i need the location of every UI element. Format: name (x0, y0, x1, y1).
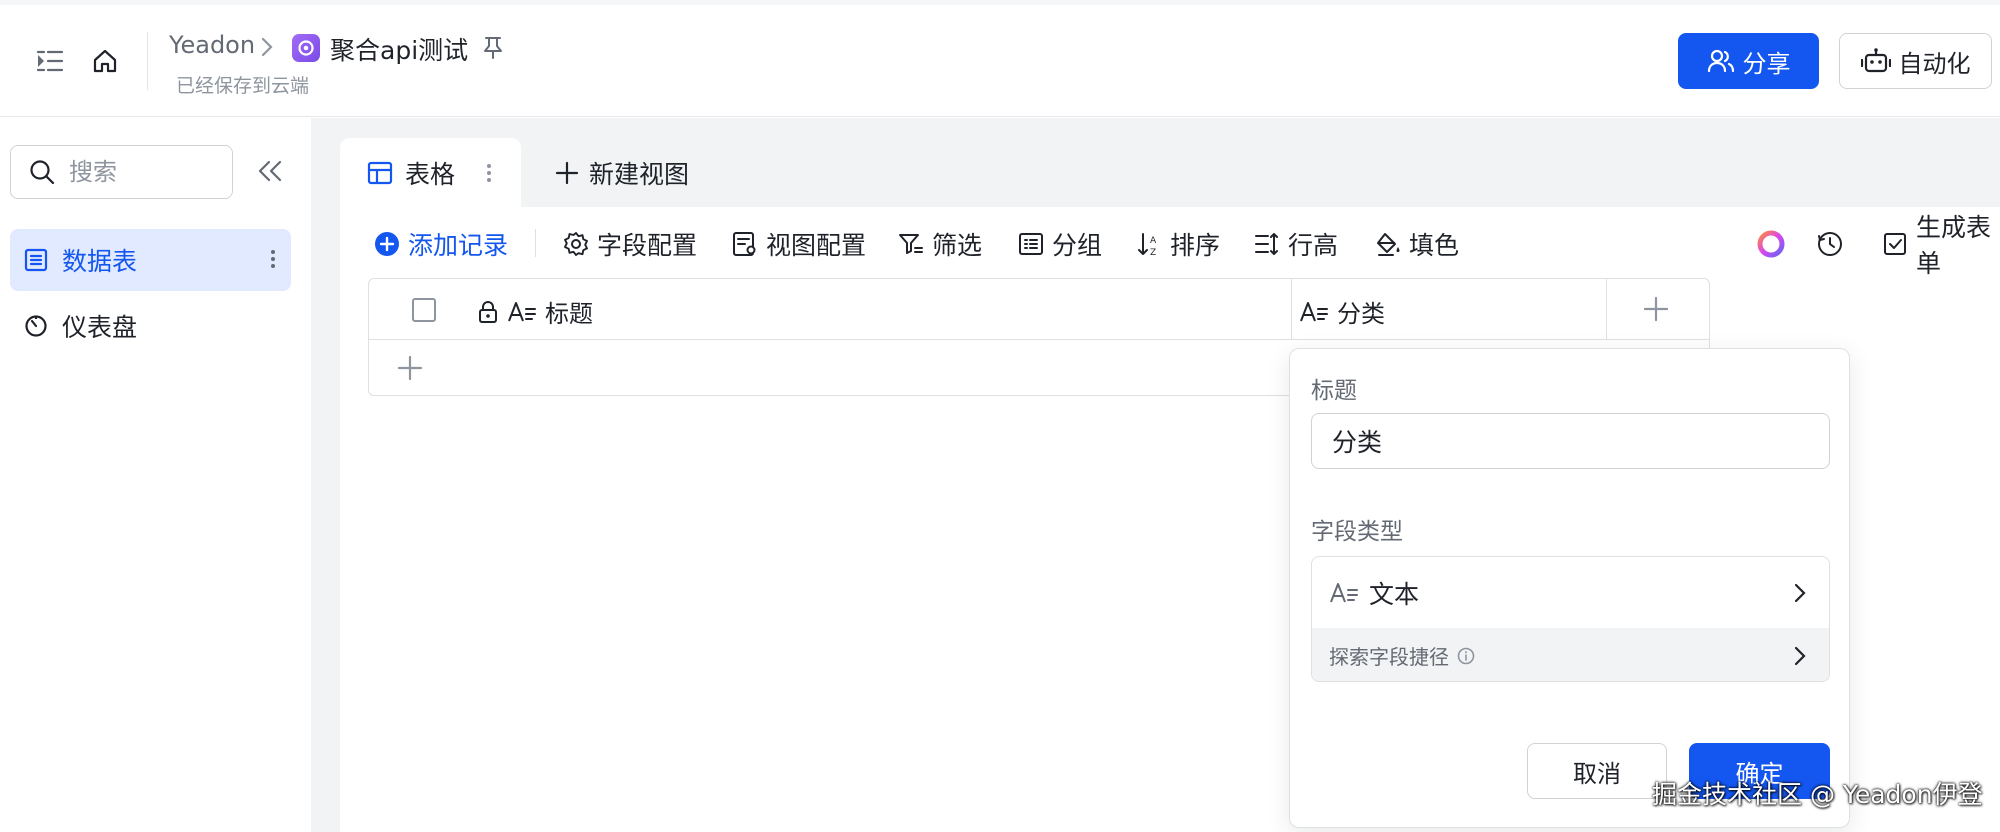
share-button[interactable]: 分享 (1678, 33, 1819, 89)
cancel-button[interactable]: 取消 (1527, 743, 1667, 799)
sort-icon: AZ (1136, 231, 1162, 257)
text-field-icon (1329, 581, 1359, 605)
group-label: 分组 (1052, 230, 1103, 260)
filter-label: 筛选 (932, 230, 983, 260)
field-type-select[interactable]: 文本 (1312, 557, 1829, 628)
collapse-sidebar-icon[interactable] (256, 158, 284, 184)
lock-icon (477, 300, 499, 324)
view-toolbar: 添加记录 字段配置 视图配置 筛选 分组 AZ 排序 行高 填色 生成表单 (340, 213, 2000, 278)
gear-icon (563, 231, 589, 257)
search-input[interactable] (69, 158, 209, 186)
add-column-icon[interactable] (1643, 296, 1669, 322)
explore-field-shortcuts[interactable]: 探索字段捷径 (1312, 628, 1829, 681)
column-separator (1606, 279, 1607, 340)
column-label: 分类 (1337, 300, 1385, 328)
history-icon[interactable] (1816, 221, 1844, 266)
fill-color-label: 填色 (1409, 230, 1460, 260)
sidebar-divider (311, 118, 340, 832)
field-config-button[interactable]: 字段配置 (563, 221, 697, 266)
chevron-right-icon (260, 36, 274, 58)
view-config-button[interactable]: 视图配置 (732, 221, 866, 266)
view-config-label: 视图配置 (766, 230, 867, 260)
field-type-selector: 文本 探索字段捷径 (1311, 556, 1830, 682)
saved-status: 已经保存到云端 (176, 75, 310, 97)
sidebar-item-data-table[interactable]: 数据表 (10, 229, 291, 291)
breadcrumb-divider (147, 32, 148, 90)
group-icon (1018, 231, 1044, 257)
row-height-label: 行高 (1288, 230, 1339, 260)
filter-button[interactable]: 筛选 (898, 221, 982, 266)
sidebar-item-label: 仪表盘 (62, 313, 138, 342)
field-config-label: 字段配置 (597, 230, 698, 260)
filter-icon (898, 231, 924, 257)
toolbar-divider (535, 229, 536, 257)
watermark-text: 掘金技术社区 @ Yeadon伊登 (1652, 780, 1983, 809)
explore-label: 探索字段捷径 (1329, 645, 1449, 669)
sidebar-item-label: 数据表 (62, 247, 138, 276)
breadcrumb-app-name[interactable]: 聚合api测试 (330, 31, 468, 67)
field-title-input[interactable] (1311, 413, 1830, 469)
new-view-label: 新建视图 (589, 160, 690, 189)
more-vertical-icon[interactable] (485, 161, 493, 185)
chevron-right-icon (1793, 645, 1807, 667)
users-icon (1707, 48, 1735, 74)
top-header: Yeadon 聚合api测试 已经保存到云端 分享 自动化 (0, 0, 2000, 117)
group-button[interactable]: 分组 (1018, 221, 1102, 266)
text-field-icon (1299, 300, 1329, 324)
column-header-title[interactable]: 标题 (477, 294, 593, 329)
header-top-strip (0, 0, 2000, 5)
grid-header-row: 标题 分类 (369, 279, 1709, 340)
grid-table-icon (367, 161, 393, 185)
sort-button[interactable]: AZ 排序 (1136, 221, 1220, 266)
svg-text:A: A (1150, 236, 1157, 246)
svg-text:Z: Z (1150, 248, 1156, 257)
automation-label: 自动化 (1898, 49, 1971, 78)
home-icon[interactable] (91, 47, 119, 75)
row-height-button[interactable]: 行高 (1254, 221, 1338, 266)
field-edit-popover: 标题 字段类型 文本 探索字段捷径 取消 确定 (1289, 348, 1850, 828)
field-title-label: 标题 (1311, 378, 1357, 404)
select-all-checkbox[interactable] (412, 298, 436, 322)
plus-icon (555, 161, 579, 185)
plus-circle-icon (374, 231, 400, 257)
field-type-label: 字段类型 (1311, 519, 1403, 545)
automation-button[interactable]: 自动化 (1839, 33, 1992, 89)
generate-form-label: 生成表单 (1916, 212, 1992, 278)
ai-assistant-icon[interactable] (1756, 221, 1786, 266)
add-record-label: 添加记录 (408, 230, 509, 260)
row-height-icon (1254, 231, 1280, 257)
chevron-right-icon (1793, 582, 1807, 604)
add-row-icon[interactable] (397, 355, 423, 381)
dashboard-icon (24, 314, 48, 338)
share-label: 分享 (1742, 49, 1791, 78)
search-field[interactable] (10, 145, 233, 199)
column-header-category[interactable]: 分类 (1299, 294, 1385, 329)
breadcrumb-owner[interactable]: Yeadon (169, 31, 255, 59)
app-badge-icon (292, 34, 320, 62)
sidebar (0, 118, 311, 832)
sidebar-item-dashboard[interactable]: 仪表盘 (10, 295, 291, 357)
sidebar-toggle-icon[interactable] (36, 48, 64, 74)
paint-bucket-icon (1375, 231, 1401, 257)
new-view-button[interactable]: 新建视图 (555, 155, 689, 191)
search-icon (29, 159, 55, 185)
table-icon (24, 248, 48, 272)
view-config-icon (732, 231, 758, 257)
add-record-button[interactable]: 添加记录 (374, 221, 508, 266)
more-vertical-icon[interactable] (269, 247, 277, 271)
info-icon (1457, 647, 1475, 665)
text-field-icon (507, 300, 537, 324)
tab-label: 表格 (405, 159, 456, 189)
pin-icon[interactable] (480, 34, 506, 60)
checkbox-form-icon (1882, 231, 1908, 257)
tab-grid-view[interactable]: 表格 (340, 138, 521, 207)
sort-label: 排序 (1170, 230, 1221, 260)
column-separator (1291, 279, 1292, 340)
robot-icon (1860, 47, 1891, 75)
fill-color-button[interactable]: 填色 (1375, 221, 1459, 266)
field-type-value: 文本 (1369, 579, 1420, 609)
generate-form-button[interactable]: 生成表单 (1882, 213, 2000, 278)
column-label: 标题 (545, 300, 593, 328)
